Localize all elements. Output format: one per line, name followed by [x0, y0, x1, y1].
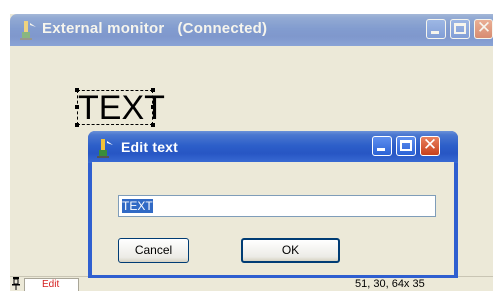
main-title-bar[interactable]: External monitor (Connected) ✕ [10, 14, 493, 46]
dialog-title-bar[interactable]: Edit text ✕ [88, 131, 458, 163]
status-bar: Edit 51, 30, 64x 35 [10, 276, 493, 291]
close-button[interactable]: ✕ [474, 18, 493, 39]
close-icon: ✕ [476, 18, 492, 38]
minimize-icon [377, 148, 385, 151]
cancel-button-label: Cancel [134, 243, 173, 257]
dialog-maximize-button[interactable] [396, 136, 416, 156]
selected-text-object[interactable]: TEXT [75, 88, 165, 127]
maximize-icon [454, 23, 466, 34]
dialog-app-icon [97, 139, 113, 158]
resize-handle-top-right[interactable] [151, 88, 155, 92]
ok-button-label: OK [281, 243, 300, 257]
dialog-body: TEXT Cancel OK [92, 162, 454, 275]
coordinates-readout: 51, 30, 64x 35 [355, 278, 425, 290]
text-input[interactable]: TEXT [118, 195, 436, 217]
app-icon [20, 21, 36, 40]
maximize-icon [400, 140, 412, 151]
resize-handle-bottom-left[interactable] [75, 123, 79, 127]
close-icon: ✕ [422, 135, 438, 155]
dialog-minimize-button[interactable] [372, 136, 392, 156]
dialog-close-button[interactable]: ✕ [420, 135, 440, 156]
resize-handle-bottom-right[interactable] [151, 123, 155, 127]
main-window-title: External monitor (Connected) [42, 20, 268, 37]
tab-edit[interactable]: Edit [24, 278, 79, 291]
minimize-icon [431, 31, 439, 34]
tab-edit-label: Edit [42, 279, 60, 290]
minimize-button[interactable] [426, 19, 446, 39]
text-input-value: TEXT [122, 199, 153, 213]
resize-handle-right[interactable] [151, 105, 155, 109]
pin-icon[interactable] [11, 277, 21, 290]
resize-handle-top-left[interactable] [75, 88, 79, 92]
resize-handle-left[interactable] [75, 105, 79, 109]
cancel-button[interactable]: Cancel [118, 238, 189, 263]
maximize-button[interactable] [450, 19, 470, 39]
ok-button[interactable]: OK [241, 238, 340, 263]
edit-text-dialog: Edit text ✕ TEXT Cancel OK [88, 131, 458, 278]
dialog-title: Edit text [121, 139, 179, 155]
